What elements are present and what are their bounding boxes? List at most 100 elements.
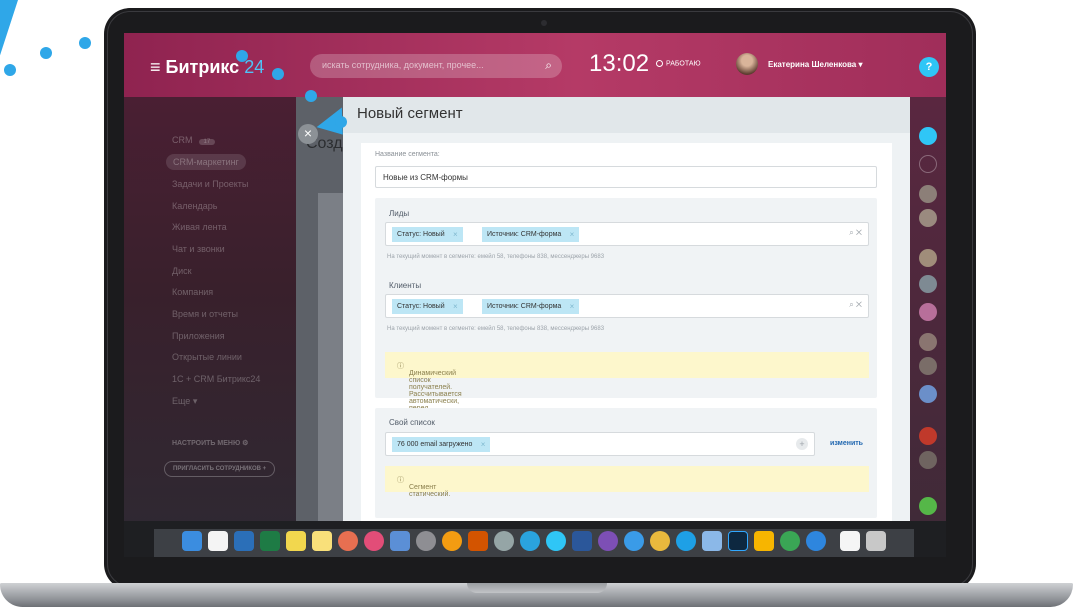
remove-tag-icon[interactable]: × [481,437,486,452]
document-icon[interactable] [840,531,860,551]
clock[interactable]: 13:02 [589,50,649,78]
slider-header: Новый сегмент [343,97,910,133]
top-bar: ≡ Битрикс 24 искать сотрудника, документ… [124,33,946,97]
close-button[interactable]: × [298,124,318,144]
photos-icon[interactable] [338,531,358,551]
invite-button[interactable]: ПРИГЛАСИТЬ СОТРУДНИКОВ + [164,461,276,477]
bitrix24-icon[interactable] [546,531,566,551]
filter-tag[interactable]: Источник: CRM-форма × [482,227,580,242]
left-sidebar: CRM 17 CRM-маркетинг Задачи и Проекты Кал… [124,97,296,573]
filter-tag[interactable]: Источник: CRM-форма × [482,299,580,314]
photoshop-icon[interactable] [728,531,748,551]
uploaded-list-tag[interactable]: 76 000 email загружено × [392,437,491,452]
telegram-icon[interactable] [520,531,540,551]
sidebar-item-apps[interactable]: Приложения [172,331,225,341]
decorative-dot [79,37,91,49]
sketch-icon[interactable] [754,531,774,551]
help-button[interactable]: ? [919,57,939,77]
filter-tag[interactable]: Статус: Новый × [392,227,463,242]
sidebar-item-company[interactable]: Компания [172,287,213,297]
remove-tag-icon[interactable]: × [570,299,575,314]
sidebar-settings-link[interactable]: НАСТРОИТЬ МЕНЮ ⚙ [172,439,248,447]
terminal-icon[interactable] [416,531,436,551]
sidebar-item-label: CRM [172,135,193,145]
lock-icon[interactable] [919,303,937,321]
sidebar-item-more[interactable]: Еще ▾ [172,396,197,407]
sidebar-item-disk[interactable]: Диск [172,266,192,276]
add-icon[interactable]: + [796,438,808,450]
launchpad-icon[interactable] [494,531,514,551]
chrome-icon[interactable] [650,531,670,551]
viber-icon[interactable] [598,531,618,551]
trash-icon[interactable] [866,531,886,551]
sidebar-item-crm-marketing[interactable]: CRM-маркетинг [166,154,246,170]
avatar[interactable] [919,209,937,227]
remove-tag-icon[interactable]: × [570,227,575,242]
search-icon[interactable]: ⌕ [545,58,552,73]
filter-tag[interactable]: Статус: Новый × [392,299,463,314]
sidebar-item-feed[interactable]: Живая лента [172,222,227,232]
sidebar-item-open-lines[interactable]: Открытые линии [172,352,242,362]
avatar[interactable] [919,275,937,293]
word-processor-icon[interactable] [234,531,254,551]
skype-icon[interactable] [676,531,696,551]
word-icon[interactable] [572,531,592,551]
presentation-icon[interactable] [468,531,488,551]
sidebar-item-time[interactable]: Время и отчеты [172,309,238,319]
sidebar-item-label: CRM-маркетинг [173,157,239,167]
leads-title: Лиды [389,209,410,218]
finder-icon[interactable] [182,531,202,551]
safari-icon[interactable] [624,531,644,551]
counter-badge: 17 [198,139,216,145]
sidebar-item-crm[interactable]: CRM 17 [172,135,216,145]
calendar-icon[interactable] [208,531,228,551]
mail-icon[interactable] [702,531,722,551]
sidebar-item-1c[interactable]: 1С + CRM Битрикс24 [172,374,260,384]
notification-icon[interactable] [919,127,937,145]
filter-actions[interactable]: ⌕ ✕ [849,300,862,310]
avatar[interactable] [919,451,937,469]
sidebar-item-tasks[interactable]: Задачи и Проекты [172,179,248,189]
books-icon[interactable] [442,531,462,551]
bitrix24-icon[interactable] [919,497,937,515]
remove-tag-icon[interactable]: × [453,227,458,242]
own-list-section: Свой список 76 000 email загружено × + из… [375,408,877,518]
avatar[interactable] [919,333,937,351]
avatar[interactable] [919,427,937,445]
search-input[interactable]: искать сотрудника, документ, прочее... ⌕ [310,54,562,78]
quicktime-icon[interactable] [806,531,826,551]
sidebar-item-label: Приложения [172,331,225,341]
sidebar-item-calendar[interactable]: Календарь [172,201,217,211]
avatar[interactable] [919,249,937,267]
segment-name-field[interactable]: Новые из CRM-формы [375,166,877,188]
avatar[interactable] [736,53,758,75]
user-menu[interactable]: Екатерина Шеленкова ▾ [768,60,863,69]
sidebar-item-label: Задачи и Проекты [172,179,249,189]
logo[interactable]: ≡ Битрикс 24 [150,57,264,78]
excel-icon[interactable] [260,531,280,551]
work-status-label: РАБОТАЮ [666,60,701,68]
change-link[interactable]: изменить [830,440,863,447]
remove-tag-icon[interactable]: × [453,299,458,314]
activity-icon[interactable] [780,531,800,551]
notes-icon[interactable] [286,531,306,551]
preview-icon[interactable] [390,531,410,551]
search-icon[interactable] [919,155,937,173]
page-title: Новый сегмент [357,105,463,122]
leads-filter-field[interactable]: Статус: Новый × Источник: CRM-форма × ⌕ ✕ [385,222,869,246]
work-status[interactable]: РАБОТАЮ [656,60,701,67]
own-list-field[interactable]: 76 000 email загружено × + изменить [385,432,869,456]
clients-filter-field[interactable]: Статус: Новый × Источник: CRM-форма × ⌕ ✕ [385,294,869,318]
avatar[interactable] [919,357,937,375]
megaphone-icon[interactable] [919,385,937,403]
invite-label: ПРИГЛАСИТЬ СОТРУДНИКОВ [173,466,262,472]
filter-actions[interactable]: ⌕ ✕ [849,228,862,238]
logo-text: Битрикс [165,57,240,77]
menu-icon[interactable]: ≡ [150,57,166,77]
stickies-icon[interactable] [312,531,332,551]
avatar[interactable] [919,185,937,203]
own-list-input[interactable]: 76 000 email загружено × + [385,432,815,456]
screen-bezel [124,557,946,573]
sidebar-item-chat[interactable]: Чат и звонки [172,244,225,254]
music-icon[interactable] [364,531,384,551]
